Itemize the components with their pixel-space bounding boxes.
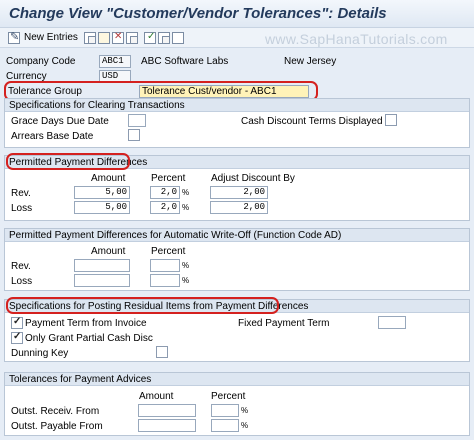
- city-text: New Jersey: [284, 56, 337, 67]
- select-all-icon[interactable]: [144, 31, 156, 44]
- fixed-payment-term-label: Fixed Payment Term: [238, 318, 330, 329]
- details-icon[interactable]: [172, 31, 184, 44]
- col-amount: Amount: [91, 173, 126, 184]
- window-title: Change View "Customer/Vendor Tolerances"…: [9, 5, 387, 22]
- only-partial-label: Only Grant Partial Cash Disc: [25, 333, 153, 344]
- arrears-checkbox[interactable]: [128, 129, 140, 141]
- col-adjust: Adjust Discount By: [211, 173, 295, 184]
- new-entries-label: New Entries: [24, 32, 78, 43]
- row-label: Rev.: [11, 261, 31, 272]
- writeoff-loss-amount-field[interactable]: [74, 274, 130, 287]
- loss-percent-field[interactable]: 2,0: [150, 201, 180, 214]
- loss-amount-field[interactable]: 5,00: [74, 201, 130, 214]
- delete-icon[interactable]: [112, 31, 124, 44]
- highlight-permitted-differences: [6, 153, 130, 170]
- writeoff-loss-percent-field[interactable]: [150, 274, 180, 287]
- row-label: Loss: [11, 203, 33, 214]
- grace-days-field[interactable]: [128, 114, 146, 127]
- clearing-transactions-group: Specifications for Clearing Transactions…: [4, 98, 470, 148]
- save-icon[interactable]: [98, 31, 110, 44]
- col-percent: Percent: [151, 246, 186, 257]
- fixed-payment-term-field[interactable]: [378, 316, 406, 329]
- grace-days-label: Grace Days Due Date: [11, 116, 109, 127]
- arrears-label: Arrears Base Date: [11, 131, 94, 142]
- percent-sign: %: [182, 203, 190, 212]
- deselect-icon[interactable]: [158, 31, 170, 44]
- row-label: Loss: [11, 276, 33, 287]
- col-amount: Amount: [91, 246, 126, 257]
- write-off-group: Permitted Payment Differences for Automa…: [4, 228, 470, 291]
- percent-sign: %: [241, 406, 249, 415]
- payment-term-label: Payment Term from Invoice: [25, 318, 147, 329]
- col-amount: Amount: [139, 391, 174, 402]
- company-code-label: Company Code: [6, 56, 76, 67]
- percent-sign: %: [182, 261, 190, 270]
- cash-discount-label: Cash Discount Terms Displayed: [241, 116, 383, 127]
- percent-sign: %: [182, 276, 190, 285]
- rev-percent-field[interactable]: 2,0: [150, 186, 180, 199]
- highlight-residual-items: [6, 297, 279, 314]
- dunning-key-label: Dunning Key: [11, 348, 69, 359]
- new-entries-button[interactable]: New Entries: [8, 30, 78, 45]
- percent-sign: %: [182, 188, 190, 197]
- clearing-title: Specifications for Clearing Transactions: [9, 100, 185, 111]
- company-name: ABC Software Labs: [141, 56, 229, 67]
- copy-as-icon[interactable]: [126, 31, 138, 44]
- receiv-amount-field[interactable]: [138, 404, 196, 417]
- watermark: www.SapHanaTutorials.com: [265, 31, 448, 47]
- writeoff-rev-amount-field[interactable]: [74, 259, 130, 272]
- company-code-field[interactable]: ABC1: [99, 55, 131, 68]
- payable-percent-field[interactable]: [211, 419, 239, 432]
- only-partial-checkbox[interactable]: [11, 331, 23, 344]
- col-percent: Percent: [211, 391, 246, 402]
- payable-amount-field[interactable]: [138, 419, 196, 432]
- title-bar: Change View "Customer/Vendor Tolerances"…: [0, 0, 474, 28]
- row-label: Outst. Payable From: [11, 421, 103, 432]
- loss-adjust-field[interactable]: 2,00: [210, 201, 268, 214]
- write-off-title: Permitted Payment Differences for Automa…: [9, 230, 342, 241]
- col-percent: Percent: [151, 173, 186, 184]
- row-label: Rev.: [11, 188, 31, 199]
- pen-icon: [8, 30, 20, 44]
- dunning-key-checkbox[interactable]: [156, 346, 168, 358]
- percent-sign: %: [241, 421, 249, 430]
- receiv-percent-field[interactable]: [211, 404, 239, 417]
- copy-icon[interactable]: [84, 31, 96, 44]
- rev-amount-field[interactable]: 5,00: [74, 186, 130, 199]
- payment-term-checkbox[interactable]: [11, 316, 23, 329]
- payment-advices-group: Tolerances for Payment Advices Amount Pe…: [4, 372, 470, 436]
- rev-adjust-field[interactable]: 2,00: [210, 186, 268, 199]
- cash-discount-checkbox[interactable]: [385, 114, 397, 126]
- advices-title: Tolerances for Payment Advices: [9, 374, 152, 385]
- row-label: Outst. Receiv. From: [11, 406, 100, 417]
- writeoff-rev-percent-field[interactable]: [150, 259, 180, 272]
